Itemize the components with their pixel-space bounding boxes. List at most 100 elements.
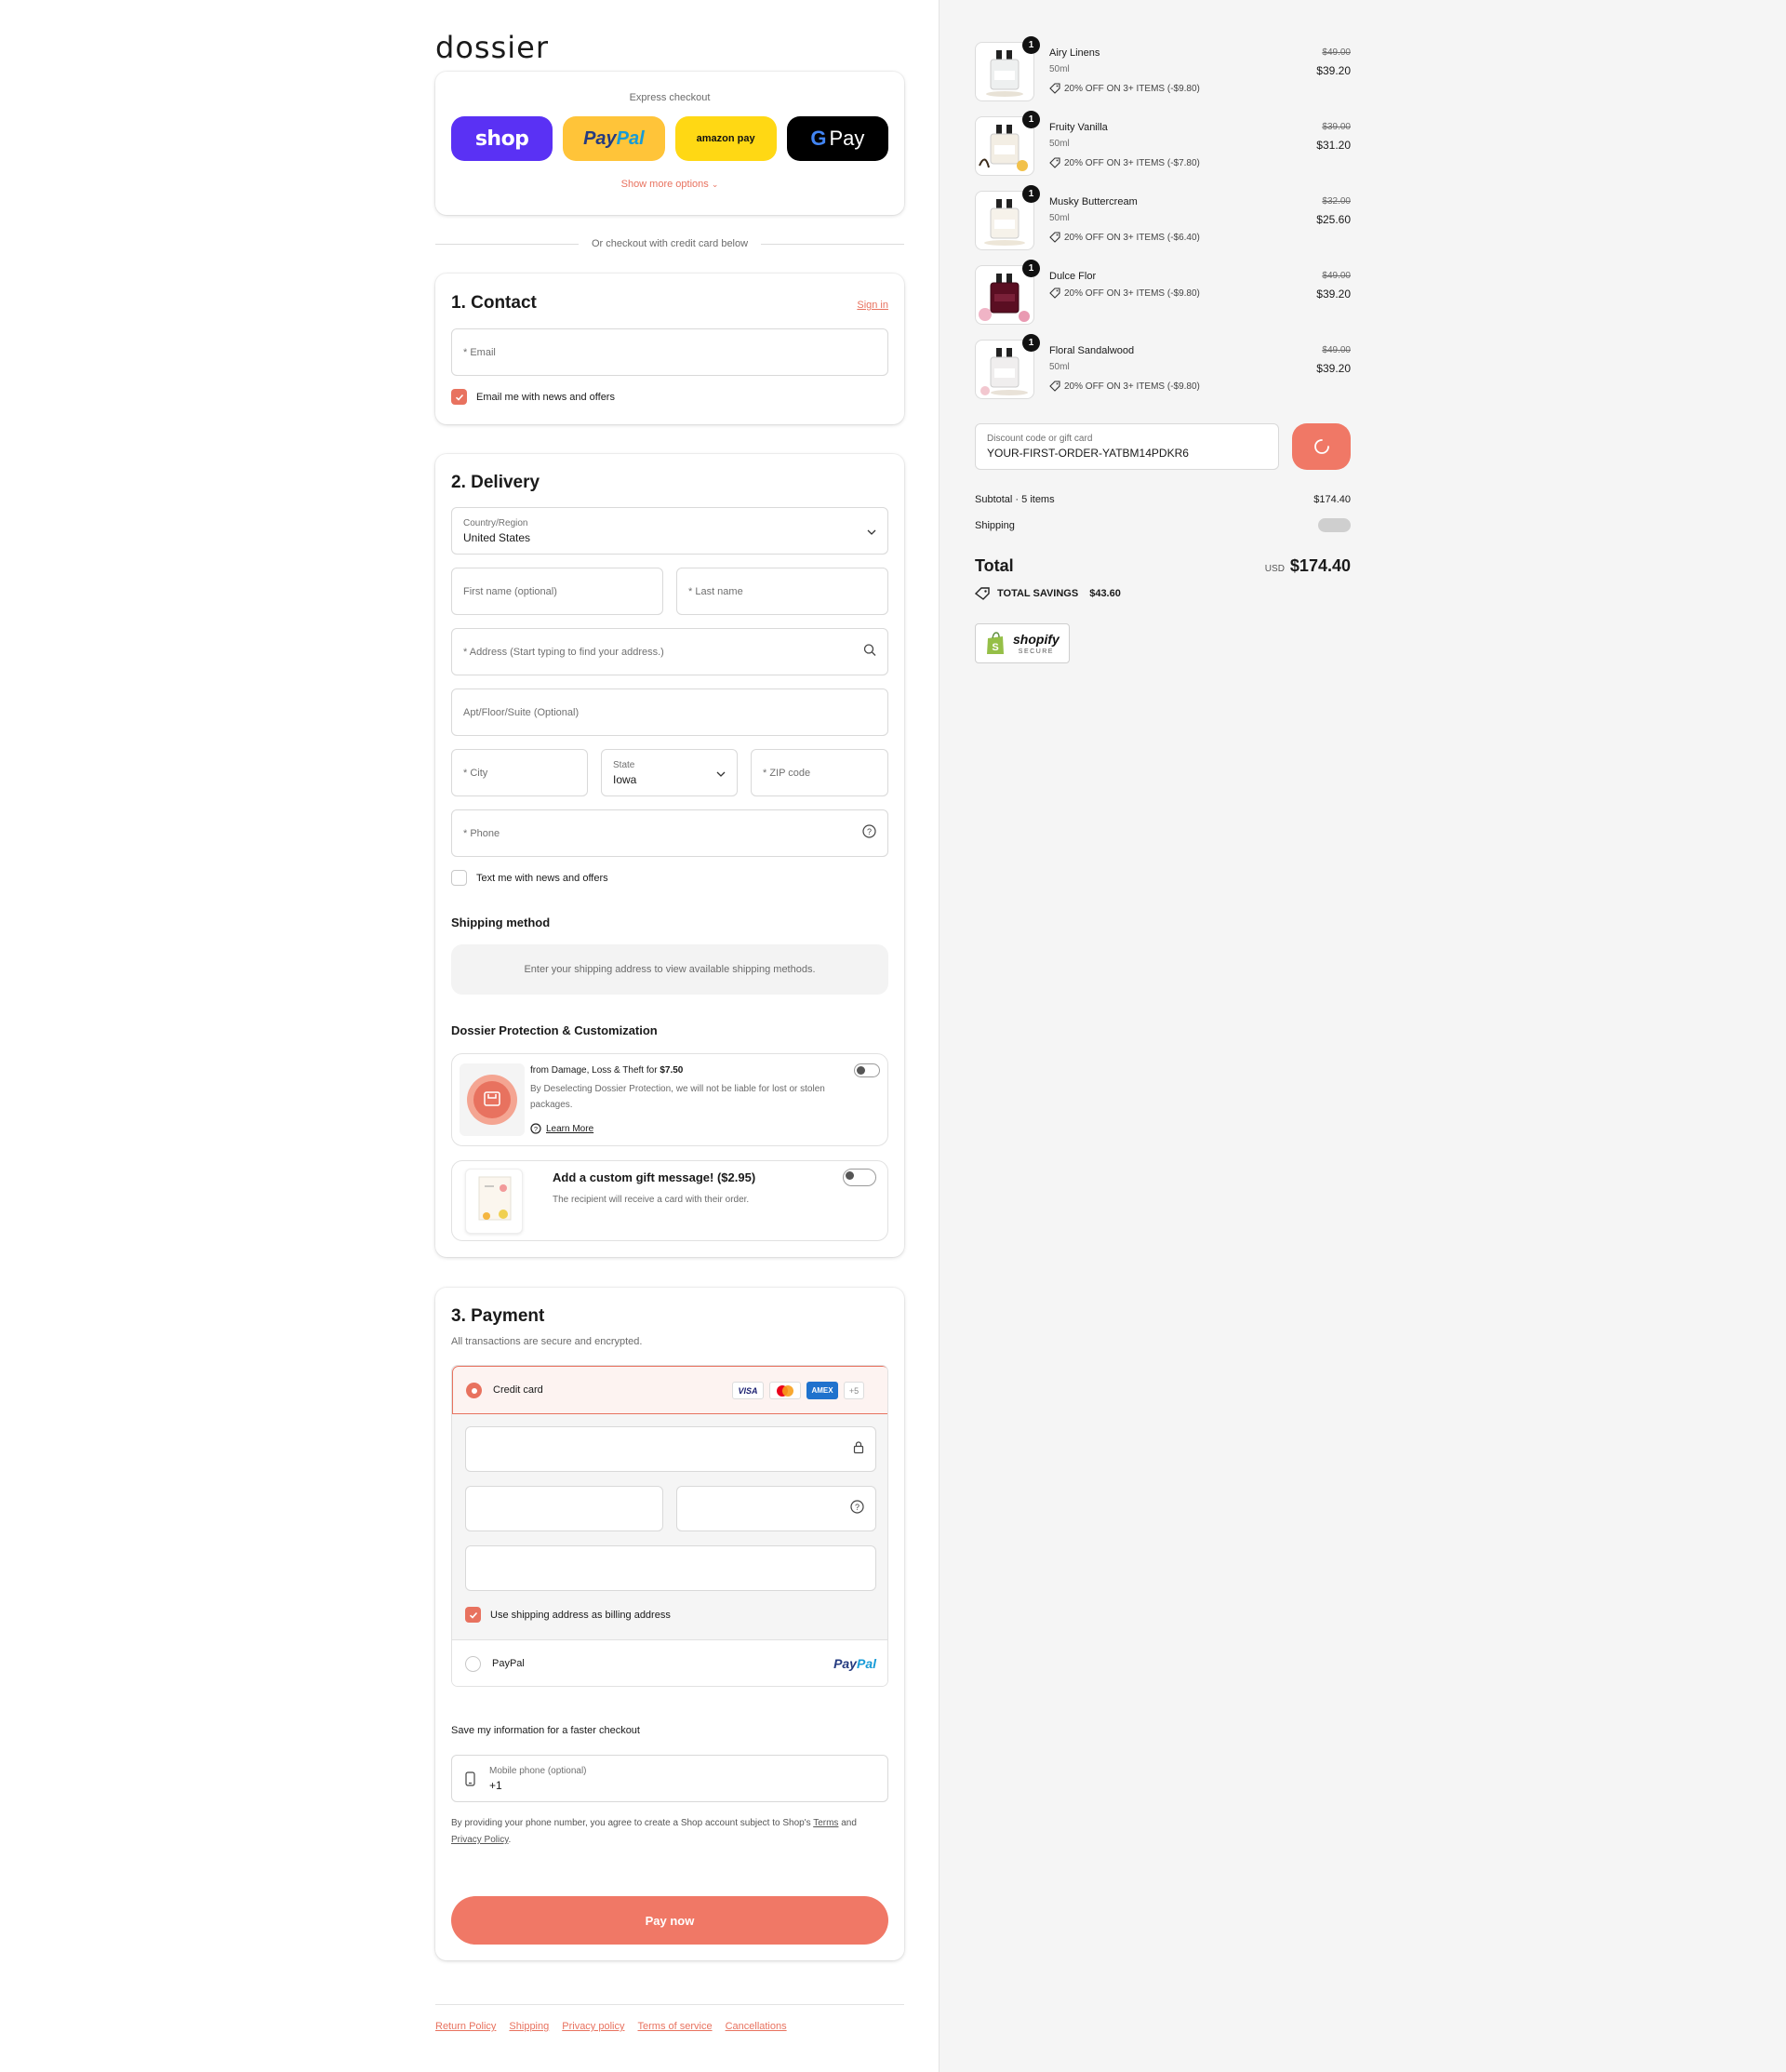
- security-code-field[interactable]: ?: [676, 1486, 876, 1531]
- chevron-down-icon: [867, 523, 876, 540]
- quantity-badge: 1: [1022, 334, 1040, 352]
- first-name-field[interactable]: First name (optional): [451, 568, 663, 615]
- line-item: 1 Fruity Vanilla 50ml 20% OFF ON 3+ ITEM…: [975, 111, 1351, 178]
- line-item: 1 Musky Buttercream 50ml 20% OFF ON 3+ I…: [975, 185, 1351, 252]
- terms-of-service-link[interactable]: Terms of service: [638, 2021, 713, 2032]
- footer-divider: [435, 2004, 904, 2005]
- privacy-policy-link[interactable]: Privacy policy: [562, 2021, 624, 2032]
- pay-now-button[interactable]: Pay now: [451, 1896, 888, 1945]
- paypal-option[interactable]: PayPal PayPal: [452, 1639, 887, 1686]
- quantity-badge: 1: [1022, 185, 1040, 203]
- apply-discount-button[interactable]: [1292, 423, 1351, 470]
- visa-icon: VISA: [732, 1382, 764, 1399]
- zip-field[interactable]: * ZIP code: [751, 749, 888, 796]
- search-icon: [863, 643, 876, 661]
- product-thumbnail: 1: [975, 260, 1040, 325]
- total-savings: TOTAL SAVINGS $43.60: [975, 587, 1121, 600]
- paypal-button[interactable]: Pay Pal: [563, 116, 665, 161]
- line-item: 1 Floral Sandalwood 50ml 20% OFF ON 3+ I…: [975, 334, 1351, 401]
- product-discount: 20% OFF ON 3+ ITEMS (-$9.80): [1049, 83, 1200, 94]
- protection-line: from Damage, Loss & Theft for $7.50: [530, 1065, 684, 1076]
- shipping-method-placeholder: Enter your shipping address to view avai…: [451, 944, 888, 995]
- text-news-checkbox[interactable]: [451, 870, 467, 886]
- billing-address-checkbox-row[interactable]: Use shipping address as billing address: [465, 1607, 671, 1623]
- total-label: Total: [975, 556, 1014, 575]
- product-thumbnail: 1: [975, 111, 1040, 176]
- cancellations-link[interactable]: Cancellations: [726, 2021, 787, 2032]
- product-original-price: $49.00: [1322, 271, 1351, 281]
- last-name-field[interactable]: * Last name: [676, 568, 888, 615]
- product-name: Dulce Flor: [1049, 271, 1097, 282]
- shop-pay-button[interactable]: shop: [451, 116, 553, 161]
- sign-in-link[interactable]: Sign in: [857, 300, 888, 311]
- mobile-phone-field[interactable]: Mobile phone (optional) +1: [451, 1755, 888, 1802]
- city-field[interactable]: * City: [451, 749, 588, 796]
- address-field[interactable]: * Address (Start typing to find your add…: [451, 628, 888, 675]
- tag-icon: [1049, 157, 1060, 168]
- svg-text:?: ?: [867, 827, 872, 836]
- product-size: 50ml: [1049, 362, 1070, 372]
- phone-field[interactable]: * Phone ?: [451, 809, 888, 857]
- protection-toggle[interactable]: [854, 1063, 880, 1077]
- terms-link[interactable]: Terms: [813, 1818, 838, 1828]
- email-news-checkbox[interactable]: [451, 389, 467, 405]
- email-news-checkbox-row[interactable]: Email me with news and offers: [451, 389, 615, 405]
- learn-more-link[interactable]: ? Learn More: [530, 1123, 593, 1134]
- help-circle-icon[interactable]: ?: [850, 1499, 864, 1518]
- google-pay-button[interactable]: G Pay: [786, 116, 888, 161]
- product-original-price: $49.00: [1322, 345, 1351, 355]
- svg-text:?: ?: [855, 1503, 860, 1512]
- product-discount: 20% OFF ON 3+ ITEMS (-$9.80): [1049, 287, 1200, 299]
- privacy-policy-link[interactable]: Privacy Policy: [451, 1835, 509, 1845]
- credit-card-option[interactable]: Credit card VISA AMEX +5: [452, 1366, 887, 1414]
- payment-methods: Credit card VISA AMEX +5 ? Use shipping …: [451, 1365, 888, 1687]
- product-name: Airy Linens: [1049, 47, 1100, 59]
- return-policy-link[interactable]: Return Policy: [435, 2021, 496, 2032]
- gift-message-description: The recipient will receive a card with t…: [553, 1195, 750, 1205]
- line-item: 1 Airy Linens 50ml 20% OFF ON 3+ ITEMS (…: [975, 36, 1351, 103]
- brand-logo[interactable]: dossier: [435, 30, 549, 65]
- product-size: 50ml: [1049, 213, 1070, 223]
- show-more-options-link[interactable]: Show more options ⌄: [435, 179, 904, 190]
- help-circle-icon[interactable]: ?: [862, 823, 876, 843]
- product-discount: 20% OFF ON 3+ ITEMS (-$6.40): [1049, 232, 1200, 243]
- subtotal-value: $174.40: [1313, 494, 1351, 505]
- footer-links: Return Policy Shipping Privacy policy Te…: [435, 2021, 787, 2032]
- product-thumbnail: 1: [975, 185, 1040, 250]
- credit-card-radio[interactable]: [466, 1383, 482, 1398]
- quantity-badge: 1: [1022, 36, 1040, 54]
- state-select[interactable]: State Iowa: [601, 749, 738, 796]
- billing-address-checkbox[interactable]: [465, 1607, 481, 1623]
- payment-title: 3. Payment: [451, 1306, 545, 1326]
- country-select[interactable]: Country/Region United States: [451, 507, 888, 555]
- delivery-section: 2. Delivery Country/Region United States…: [435, 454, 904, 1257]
- product-price: $39.20: [1316, 287, 1351, 301]
- quantity-badge: 1: [1022, 111, 1040, 128]
- loading-spinner-icon: [1313, 439, 1329, 454]
- card-number-field[interactable]: [465, 1426, 876, 1472]
- protection-title: Dossier Protection & Customization: [451, 1023, 658, 1037]
- subtotal-label: Subtotal · 5 items: [975, 494, 1055, 505]
- shipping-loading-placeholder: [1318, 518, 1351, 532]
- product-price: $39.20: [1316, 64, 1351, 77]
- gift-message-toggle[interactable]: [843, 1169, 876, 1186]
- product-discount: 20% OFF ON 3+ ITEMS (-$7.80): [1049, 157, 1200, 168]
- apt-field[interactable]: Apt/Floor/Suite (Optional): [451, 688, 888, 736]
- mastercard-icon: [769, 1382, 801, 1399]
- amazon-pay-button[interactable]: amazon pay: [674, 116, 777, 161]
- more-cards-badge: +5: [844, 1382, 864, 1399]
- expiry-field[interactable]: [465, 1486, 663, 1531]
- discount-code-field[interactable]: Discount code or gift card YOUR-FIRST-OR…: [975, 423, 1279, 470]
- text-news-checkbox-row[interactable]: Text me with news and offers: [451, 870, 608, 886]
- svg-text:?: ?: [534, 1125, 538, 1133]
- shipping-link[interactable]: Shipping: [509, 2021, 549, 2032]
- payment-subtitle: All transactions are secure and encrypte…: [451, 1336, 643, 1347]
- name-on-card-field[interactable]: [465, 1545, 876, 1591]
- product-price: $25.60: [1316, 213, 1351, 226]
- lock-icon: [853, 1440, 864, 1458]
- email-field[interactable]: * Email: [451, 328, 888, 376]
- save-info-title: Save my information for a faster checkou…: [451, 1725, 640, 1736]
- product-thumbnail: 1: [975, 334, 1040, 399]
- paypal-radio[interactable]: [465, 1656, 481, 1672]
- express-checkout-title: Express checkout: [629, 92, 711, 103]
